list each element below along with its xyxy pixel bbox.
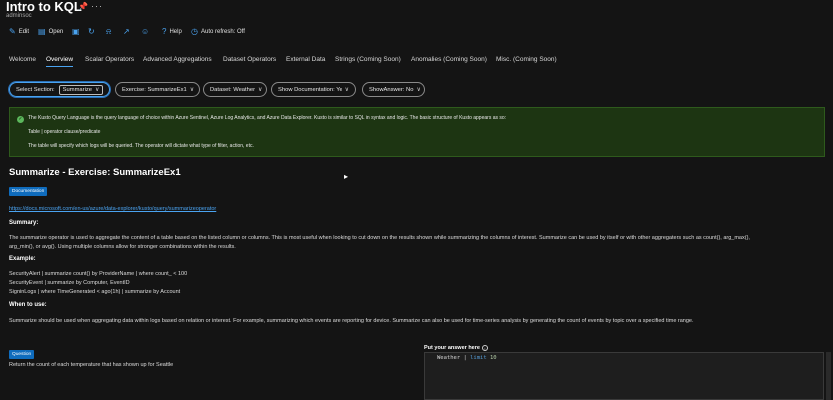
- chevron-down-icon: ∨: [189, 87, 195, 93]
- tab-external-data[interactable]: External Data: [286, 56, 325, 66]
- exercise-title: Summarize - Exercise: SummarizeEx1: [9, 167, 181, 178]
- chevron-down-icon: ∨: [95, 87, 100, 93]
- more-options-icon[interactable]: ···: [91, 1, 103, 11]
- info-text-3: The table will specify which logs will b…: [28, 143, 254, 149]
- editor-code-line[interactable]: Weather | limit 10: [437, 355, 497, 361]
- page-header: Intro to KQL 📌 ··· adminsoc: [0, 0, 833, 22]
- refresh-button[interactable]: ↻: [88, 28, 98, 36]
- info-callout: ✓ The Kusto Query Language is the query …: [9, 107, 825, 157]
- summary-text-1: The summarize operator is used to aggreg…: [9, 235, 750, 241]
- save-icon: ▣: [72, 27, 80, 36]
- tab-scalar-operators[interactable]: Scalar Operators: [85, 56, 134, 66]
- feedback-button[interactable]: ☺: [141, 28, 152, 36]
- example-line: SigninLogs | where TimeGenerated < ago(1…: [9, 289, 181, 295]
- tab-welcome[interactable]: Welcome: [9, 56, 36, 66]
- when-to-use-heading: When to use:: [9, 302, 47, 308]
- section-value-box[interactable]: Summarize ∨: [58, 84, 104, 95]
- info-text-1: The Kusto Query Language is the query la…: [28, 115, 507, 121]
- chevron-down-icon: ∨: [416, 87, 421, 93]
- show-documentation-dropdown[interactable]: Show Documentation: Yes ∨: [271, 82, 356, 97]
- folder-icon: ▤: [38, 27, 46, 36]
- help-icon: ?: [162, 27, 167, 36]
- tab-strings[interactable]: Strings (Coming Soon): [335, 56, 401, 66]
- chevron-down-icon: ∨: [344, 87, 349, 93]
- exercise-dropdown[interactable]: Exercise: SummarizeEx1 ∨: [115, 82, 200, 97]
- tab-misc[interactable]: Misc. (Coming Soon): [496, 56, 557, 66]
- tab-dataset-operators[interactable]: Dataset Operators: [223, 56, 276, 66]
- summary-heading: Summary:: [9, 220, 39, 226]
- page-subtitle: adminsoc: [6, 13, 32, 19]
- page-title: Intro to KQL: [6, 0, 82, 14]
- edit-button[interactable]: ✎ Edit: [9, 28, 29, 36]
- tab-overview[interactable]: Overview: [46, 56, 74, 67]
- documentation-badge: Documentation: [9, 187, 48, 196]
- answer-editor[interactable]: Weather | limit 10: [424, 352, 824, 400]
- show-answer-dropdown[interactable]: ShowAnswer: No ∨: [362, 82, 425, 97]
- save-button[interactable]: ▣: [72, 28, 83, 36]
- tab-advanced-aggregations[interactable]: Advanced Aggregations: [143, 56, 212, 66]
- editor-scrollbar[interactable]: [826, 352, 831, 400]
- example-line: SecurityEvent | summarize by Computer, E…: [9, 280, 130, 286]
- check-circle-icon: ✓: [17, 116, 24, 123]
- dataset-dropdown[interactable]: Dataset: Weather ∨: [203, 82, 267, 97]
- bell-icon: ⍾: [106, 27, 112, 36]
- chevron-down-icon: ∨: [258, 87, 263, 93]
- pencil-icon: ✎: [9, 27, 16, 36]
- mouse-cursor-icon: ▸: [344, 172, 349, 181]
- when-to-use-text: Summarize should be used when aggregatin…: [9, 318, 694, 324]
- pin-icon[interactable]: 📌: [78, 2, 88, 11]
- refresh-icon: ↻: [88, 27, 95, 36]
- clock-icon: ◷: [191, 27, 198, 36]
- answer-label: Put your answer here i: [424, 345, 488, 351]
- info-icon[interactable]: i: [481, 345, 488, 351]
- tab-bar: Welcome Overview Scalar Operators Advanc…: [0, 56, 833, 70]
- parameter-bar: Select Section: Summarize ∨ Exercise: Su…: [0, 82, 833, 98]
- question-badge: Question: [9, 350, 35, 359]
- summary-text-2: arg_min(), or avg(). Using multiple colu…: [9, 244, 236, 250]
- tab-anomalies[interactable]: Anomalies (Coming Soon): [411, 56, 487, 66]
- question-text: Return the count of each temperature tha…: [9, 362, 174, 368]
- auto-refresh-button[interactable]: ◷ Auto refresh: Off: [191, 28, 245, 36]
- smiley-icon: ☺: [141, 27, 150, 36]
- share-button[interactable]: ↗: [123, 28, 133, 36]
- example-line: SecurityAlert | summarize count() by Pro…: [9, 271, 188, 277]
- alert-button[interactable]: ⍾: [106, 28, 114, 36]
- open-button[interactable]: ▤ Open: [38, 28, 63, 36]
- example-heading: Example:: [9, 256, 36, 262]
- share-icon: ↗: [123, 27, 130, 36]
- info-text-2: Table | operator clause/predicate: [28, 129, 101, 135]
- select-section-dropdown[interactable]: Select Section: Summarize ∨: [9, 82, 110, 97]
- help-button[interactable]: ? Help: [162, 28, 182, 36]
- documentation-link[interactable]: https://docs.microsoft.com/en-us/azure/d…: [9, 206, 216, 212]
